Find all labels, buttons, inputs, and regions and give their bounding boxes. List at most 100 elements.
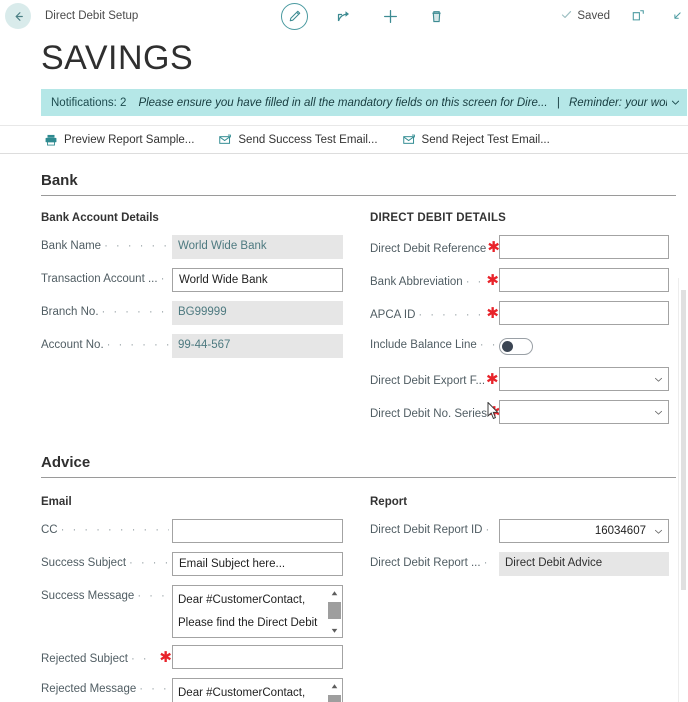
success-subject-input[interactable]: Email Subject here... (172, 552, 343, 576)
field-include-balance-line: Include Balance Line · · · (370, 334, 680, 364)
field-transaction-account: Transaction Account ... · World Wide Ban… (41, 268, 351, 298)
field-cc: CC · · · · · · · · · · · · · · (41, 519, 351, 549)
status-badge-saved: Saved (560, 8, 610, 24)
preview-report-sample-button[interactable]: Preview Report Sample... (44, 133, 194, 147)
rejected-subject-input[interactable] (172, 645, 343, 669)
field-label: Success Message · · · · · · (41, 585, 172, 602)
section-heading-advice: Advice (41, 454, 676, 478)
delete-trash-icon[interactable] (426, 6, 446, 26)
toggle-knob (502, 341, 513, 352)
message-line: Please find the Direct Debit (178, 612, 320, 635)
field-label: Direct Debit No. Series ✱ (370, 400, 499, 420)
scrollbar-thumb[interactable] (328, 602, 341, 619)
direct-debit-report-name-value: Direct Debit Advice (499, 552, 669, 576)
field-label: Include Balance Line · · · (370, 334, 499, 351)
share-icon[interactable] (334, 6, 354, 26)
field-label: Rejected Message · · · · · · (41, 678, 172, 695)
required-asterisk-icon: ✱ (159, 650, 172, 663)
scroll-up-icon[interactable] (330, 586, 339, 600)
direct-debit-export-format-select[interactable] (499, 367, 669, 391)
field-control[interactable]: World Wide Bank (172, 268, 343, 292)
envelope-icon (218, 133, 232, 147)
field-label: CC · · · · · · · · · · · · · · (41, 519, 172, 536)
page-caption: Direct Debit Setup (45, 10, 138, 22)
notification-count: Notifications: 2 (51, 97, 126, 109)
field-direct-debit-no-series: Direct Debit No. Series ✱ (370, 400, 680, 430)
arrow-left-icon (11, 9, 26, 24)
include-balance-line-toggle[interactable] (499, 338, 533, 355)
chevron-down-icon[interactable] (648, 368, 668, 390)
dot-leader: · · · (480, 339, 496, 351)
field-control[interactable]: Dear #CustomerContact, We were unable to… (172, 678, 343, 702)
required-asterisk-icon: ✱ (487, 240, 499, 253)
action-label: Preview Report Sample... (64, 134, 194, 146)
field-direct-debit-report-id: Direct Debit Report ID · · 16034607 (370, 519, 680, 549)
transaction-account-input[interactable]: World Wide Bank (172, 268, 343, 292)
page-title: SAVINGS (41, 38, 688, 78)
field-apca-id: APCA ID · · · · · · · · · ✱ (370, 301, 680, 331)
scroll-up-icon[interactable] (330, 679, 339, 693)
group-title: DIRECT DEBIT DETAILS (370, 212, 680, 224)
dot-leader: · · · · · · (139, 683, 169, 695)
field-control[interactable] (499, 235, 669, 259)
dot-leader: · · · · · · · · · · · · · · (61, 524, 169, 536)
field-control[interactable] (499, 367, 669, 391)
success-message-textarea[interactable]: Dear #CustomerContact, Please find the D… (172, 585, 343, 638)
field-control[interactable] (499, 301, 669, 325)
cc-input[interactable] (172, 519, 343, 543)
group-title: Report (370, 496, 680, 508)
group-title: Bank Account Details (41, 212, 351, 224)
field-label: Bank Name · · · · · · · · · · (41, 235, 172, 252)
field-control: Direct Debit Advice (499, 552, 669, 576)
collapse-arrow-icon[interactable] (666, 6, 686, 26)
send-reject-test-email-button[interactable]: Send Reject Test Email... (402, 133, 550, 147)
send-success-test-email-button[interactable]: Send Success Test Email... (218, 133, 377, 147)
field-control[interactable] (172, 645, 343, 669)
notification-message-2: Reminder: your work date... (569, 97, 667, 109)
edit-pencil-icon[interactable] (281, 3, 308, 30)
back-button[interactable] (5, 3, 31, 29)
scroll-down-icon[interactable] (330, 623, 339, 637)
apca-id-input[interactable] (499, 301, 669, 325)
field-control[interactable]: Email Subject here... (172, 552, 343, 576)
textarea-scrollbar[interactable] (325, 586, 342, 637)
field-control[interactable]: Dear #CustomerContact, Please find the D… (172, 585, 343, 638)
field-label: Bank Abbreviation · · · ✱ (370, 268, 499, 288)
field-direct-debit-export-format: Direct Debit Export F... ✱ (370, 367, 680, 397)
field-branch-no: Branch No. · · · · · · · · · · · BG99999 (41, 301, 351, 331)
scrollbar-track[interactable] (681, 290, 686, 590)
open-in-new-window-icon[interactable] (628, 6, 648, 26)
notification-bar[interactable]: Notifications: 2 Please ensure you have … (41, 89, 687, 116)
chevron-down-icon[interactable] (667, 95, 683, 111)
envelope-icon (402, 133, 416, 147)
field-control[interactable] (499, 334, 669, 355)
bank-abbreviation-input[interactable] (499, 268, 669, 292)
field-bank-abbreviation: Bank Abbreviation · · · ✱ (370, 268, 680, 298)
direct-debit-reference-input[interactable] (499, 235, 669, 259)
notification-separator: | (551, 97, 566, 109)
field-control[interactable] (499, 268, 669, 292)
field-label: APCA ID · · · · · · · · · ✱ (370, 301, 499, 321)
dot-leader: · · · · · · · (129, 557, 169, 569)
field-control[interactable]: 16034607 (499, 519, 669, 543)
new-plus-icon[interactable] (380, 6, 400, 26)
rejected-message-textarea[interactable]: Dear #CustomerContact, We were unable to… (172, 678, 343, 702)
field-control[interactable] (499, 400, 669, 424)
required-asterisk-icon: ✱ (486, 273, 499, 286)
direct-debit-details-group: DIRECT DEBIT DETAILS Direct Debit Refere… (370, 212, 680, 433)
printer-icon (44, 133, 58, 147)
field-account-no: Account No. · · · · · · · · · · · 99-44-… (41, 334, 351, 364)
textarea-scrollbar[interactable] (325, 679, 342, 702)
scrollbar-thumb[interactable] (328, 695, 341, 702)
dot-leader: · · · · · · · · · (418, 309, 482, 321)
field-control[interactable] (172, 519, 343, 543)
page-scrollbar[interactable] (679, 278, 688, 702)
section-heading-bank: Bank (41, 172, 676, 196)
field-control: World Wide Bank (172, 235, 343, 259)
direct-debit-no-series-select[interactable] (499, 400, 669, 424)
direct-debit-report-id-select[interactable]: 16034607 (499, 519, 669, 543)
dot-leader: · · · · · · (137, 590, 169, 602)
chevron-down-icon[interactable] (648, 401, 668, 423)
field-label: Direct Debit Reference ✱ (370, 235, 499, 255)
chevron-down-icon[interactable] (648, 520, 668, 542)
